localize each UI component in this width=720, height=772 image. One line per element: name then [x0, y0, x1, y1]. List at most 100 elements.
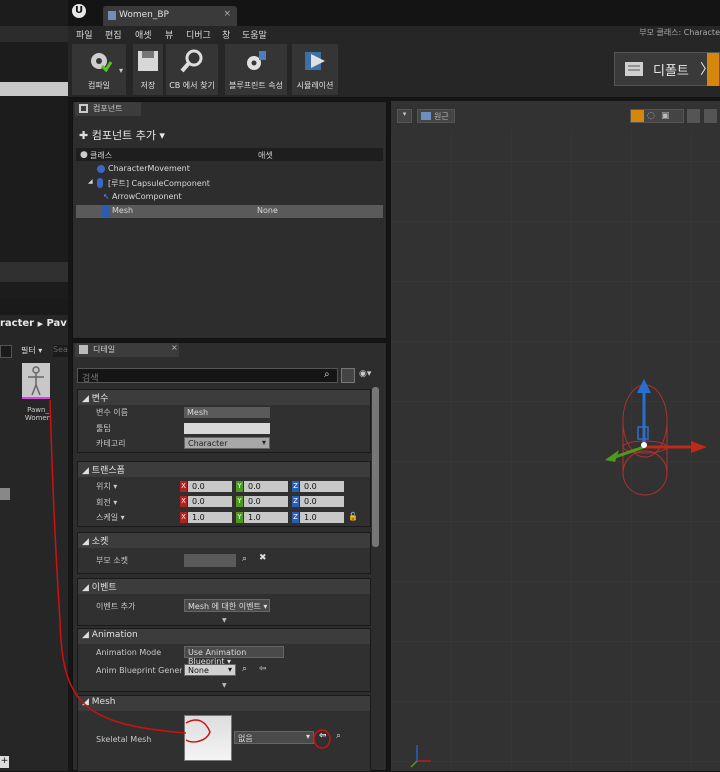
scl-y-field[interactable]: 1.0: [244, 512, 288, 523]
breadcrumb-character[interactable]: racter: [0, 318, 34, 329]
close-icon[interactable]: ×: [223, 9, 231, 19]
section-mesh-header[interactable]: ◢ Mesh: [78, 696, 370, 711]
section-transform: ◢ 트랜스폼 위치 ▾ 회전 ▾ 스케일 ▾ X 0.0 Y 0.0 Z 0.0 X 0.0 Y…: [77, 461, 371, 527]
clear-icon[interactable]: ✖: [259, 553, 267, 563]
component-row-arrow[interactable]: ↖ ArrowComponent: [76, 191, 383, 204]
details-search-input[interactable]: 검색: [77, 368, 338, 384]
find-in-cb-button[interactable]: CB 에서 찾기: [166, 44, 218, 95]
component-row-capsule[interactable]: ◢ [루트] CapsuleComponent: [76, 177, 383, 190]
bp-props-label: 블루프린트 속성: [228, 81, 284, 90]
simulate-label: 시뮬레이션: [296, 81, 334, 90]
menu-debug[interactable]: 디버그: [186, 28, 211, 41]
tab-title: Women_BP: [119, 10, 169, 20]
var-name-field[interactable]: Mesh: [184, 407, 270, 418]
skeletal-mesh-icon: [102, 206, 110, 217]
rot-y-field[interactable]: 0.0: [244, 496, 288, 507]
save-label: 저장: [140, 81, 156, 90]
header-class[interactable]: 클래스: [90, 150, 112, 161]
menu-view[interactable]: 뷰: [165, 28, 173, 41]
tooltip-field[interactable]: [184, 423, 270, 434]
breadcrumb-pawn[interactable]: Pav: [46, 318, 66, 329]
loc-x-axis-label: X: [180, 481, 187, 492]
scl-y-axis-label: Y: [236, 512, 243, 523]
section-socket: ◢ 소켓 부모 소켓 ⌕ ✖: [77, 532, 371, 574]
filter-button[interactable]: 필터 ▾: [21, 345, 42, 356]
asset-search-input[interactable]: Sea: [53, 345, 68, 357]
loc-z-field[interactable]: 0.0: [300, 481, 344, 492]
loc-y-axis-label: Y: [236, 481, 243, 492]
blueprint-icon: [108, 11, 116, 20]
save-button[interactable]: 저장: [133, 44, 163, 95]
rot-x-field[interactable]: 0.0: [188, 496, 232, 507]
scale-label[interactable]: 스케일 ▾: [96, 512, 125, 523]
use-selected-arrow-icon[interactable]: ⇦: [259, 664, 267, 674]
search-icon[interactable]: [0, 345, 12, 358]
loc-y-field[interactable]: 0.0: [244, 481, 288, 492]
chevron-down-icon[interactable]: ▾: [119, 66, 123, 75]
lock-icon[interactable]: 🔓: [348, 512, 358, 521]
search-icon[interactable]: ⌕: [242, 554, 247, 564]
loc-x-field[interactable]: 0.0: [188, 481, 232, 492]
category-dropdown[interactable]: Character ▾: [184, 437, 270, 449]
details-scrollbar[interactable]: [372, 387, 379, 547]
movement-icon: [97, 165, 105, 173]
sort-dot-icon: ●: [80, 150, 88, 160]
blueprint-props-button[interactable]: 블루프린트 속성: [225, 44, 287, 95]
skeletal-mesh-dropdown[interactable]: 없음 ▾: [234, 731, 314, 744]
tab-components[interactable]: 컴포넌트: [75, 102, 141, 116]
add-event-dropdown[interactable]: Mesh 에 대한 이벤트 ▾: [184, 599, 270, 612]
tab-details[interactable]: 디테일 ×: [75, 343, 179, 357]
header-asset[interactable]: 애셋: [258, 150, 273, 161]
skeletal-mesh-thumbnail[interactable]: [184, 715, 232, 761]
components-header: ● 클래스 애셋: [76, 148, 383, 161]
eye-icon[interactable]: ◉▾: [359, 369, 371, 379]
simulate-button[interactable]: 시뮬레이션: [292, 44, 338, 95]
close-icon[interactable]: ×: [171, 343, 178, 352]
defaults-button[interactable]: 디폴트 〉: [614, 52, 720, 86]
tab-women-bp[interactable]: Women_BP ×: [103, 6, 237, 26]
character-mesh-icon: [28, 366, 44, 396]
parent-socket-field[interactable]: [184, 554, 236, 567]
viewport[interactable]: ▾ 원근 ◌ ▣: [390, 101, 720, 771]
anim-class-dropdown[interactable]: None ▾: [184, 664, 236, 676]
location-label[interactable]: 위치 ▾: [96, 481, 117, 492]
section-variable: ◢ 변수 변수 이름 Mesh 툴팁 카테고리 Character ▾: [77, 389, 371, 453]
rot-z-field[interactable]: 0.0: [300, 496, 344, 507]
unreal-logo-icon: U: [72, 4, 86, 18]
class-defaults-icon: [625, 62, 643, 76]
section-transform-header[interactable]: ◢ 트랜스폼: [78, 462, 370, 477]
add-icon[interactable]: +: [0, 756, 9, 768]
scl-x-field[interactable]: 1.0: [188, 512, 232, 523]
menu-asset[interactable]: 애셋: [135, 28, 152, 41]
component-row-charactermovement[interactable]: CharacterMovement: [76, 163, 383, 176]
menu-file[interactable]: 파일: [76, 28, 93, 41]
expand-arrow-icon[interactable]: ◢: [88, 178, 93, 185]
rot-y-axis-label: Y: [236, 496, 243, 507]
scl-z-field[interactable]: 1.0: [300, 512, 344, 523]
component-row-mesh[interactable]: Mesh None: [76, 205, 383, 218]
menu-help[interactable]: 도움말: [242, 28, 267, 41]
search-icon[interactable]: ⌕: [242, 664, 247, 674]
section-socket-header[interactable]: ◢ 소켓: [78, 533, 370, 548]
section-animation-header[interactable]: ◢ Animation: [78, 629, 370, 644]
search-icon[interactable]: ⌕: [336, 731, 341, 741]
menu-edit[interactable]: 편집: [105, 28, 122, 41]
breadcrumb-arrow: ▶: [37, 320, 43, 328]
search-icon[interactable]: ⌕: [324, 369, 330, 380]
expand-icon[interactable]: ▼: [222, 617, 227, 624]
asset-thumbnail[interactable]: [22, 363, 50, 399]
rotation-label[interactable]: 회전 ▾: [96, 497, 117, 508]
mode-tab-accent[interactable]: [707, 53, 719, 86]
magnifier-icon: [180, 49, 203, 73]
expand-icon[interactable]: ▼: [222, 682, 227, 689]
property-matrix-icon[interactable]: [341, 368, 355, 383]
compile-button[interactable]: 컴파일 ▾: [72, 44, 126, 95]
section-variable-header[interactable]: ◢ 변수: [78, 390, 370, 405]
menu-window[interactable]: 창: [222, 28, 230, 41]
anim-mode-dropdown[interactable]: Use Animation Blueprint ▾: [184, 646, 284, 666]
use-selected-arrow-icon[interactable]: ⇦: [319, 731, 327, 741]
section-events-header[interactable]: ◢ 이벤트: [78, 579, 370, 594]
details-icon: [79, 345, 88, 354]
anim-class-label: Anim Blueprint Generate: [96, 666, 182, 675]
add-component-button[interactable]: ✚ 컴포넌트 추가 ▾: [79, 127, 165, 143]
